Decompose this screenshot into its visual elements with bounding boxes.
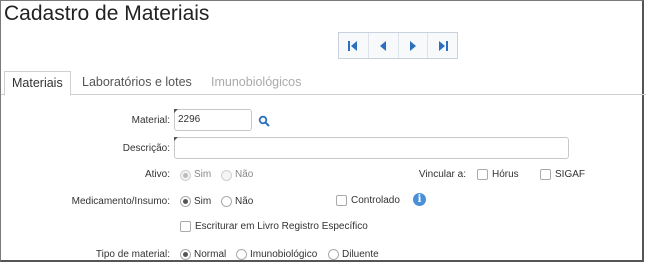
material-value: 2296 (178, 114, 201, 125)
page-title: Cadastro de Materiais (4, 2, 210, 25)
tipo-imunobiologico-radio[interactable] (236, 249, 247, 260)
material-field[interactable]: 2296 (174, 109, 252, 131)
tipo-material-label: Tipo de material: (95, 249, 170, 260)
previous-page-button[interactable] (367, 33, 398, 58)
required-marker (174, 137, 178, 141)
tab-bar: Materiais Laboratórios e lotes Imunobiol… (1, 71, 646, 96)
info-icon[interactable]: i (413, 193, 426, 206)
medicamento-nao-label: Não (235, 196, 254, 207)
medicamento-sim-radio[interactable] (180, 196, 191, 207)
ativo-sim-radio[interactable] (180, 170, 191, 181)
tipo-diluente-label: Diluente (342, 249, 379, 260)
last-page-button[interactable] (427, 33, 457, 58)
last-page-icon (438, 40, 448, 51)
tipo-imunobiologico-label: Imunobiológico (250, 249, 318, 260)
medicamento-sim-label: Sim (194, 196, 212, 207)
sigaf-checkbox[interactable] (540, 169, 551, 180)
sigaf-label: SIGAF (555, 169, 586, 180)
descricao-field[interactable] (174, 137, 569, 159)
previous-page-icon (380, 40, 387, 51)
escriturar-checkbox[interactable] (180, 221, 191, 232)
tab-materiais[interactable]: Materiais (4, 71, 71, 96)
tipo-diluente-radio[interactable] (328, 249, 339, 260)
medicamento-nao-radio[interactable] (221, 196, 232, 207)
ativo-nao-label: Não (235, 169, 254, 180)
horus-label: Hórus (492, 169, 519, 180)
required-marker (174, 109, 178, 113)
first-page-button[interactable] (339, 33, 368, 58)
tab-laboratorios-lotes[interactable]: Laboratórios e lotes (75, 71, 199, 93)
next-page-button[interactable] (397, 33, 428, 58)
material-label: Material: (131, 115, 170, 126)
vincular-label: Vincular a: (418, 169, 466, 180)
tipo-normal-radio[interactable] (180, 249, 191, 260)
descricao-label: Descrição: (122, 143, 170, 154)
ativo-sim-label: Sim (194, 169, 212, 180)
search-icon[interactable] (258, 115, 270, 127)
tab-imunobiologicos: Imunobiológicos (211, 75, 302, 89)
first-page-icon (348, 40, 358, 51)
tipo-normal-label: Normal (194, 249, 227, 260)
record-pager (338, 32, 458, 59)
ativo-nao-radio[interactable] (221, 170, 232, 181)
horus-checkbox[interactable] (477, 169, 488, 180)
medicamento-label: Medicamento/Insumo: (71, 196, 170, 207)
ativo-label: Ativo: (144, 169, 170, 180)
controlado-label: Controlado (351, 195, 400, 206)
controlado-checkbox[interactable] (336, 195, 347, 206)
escriturar-label: Escriturar em Livro Registro Específico (195, 221, 368, 232)
next-page-icon (409, 40, 416, 51)
